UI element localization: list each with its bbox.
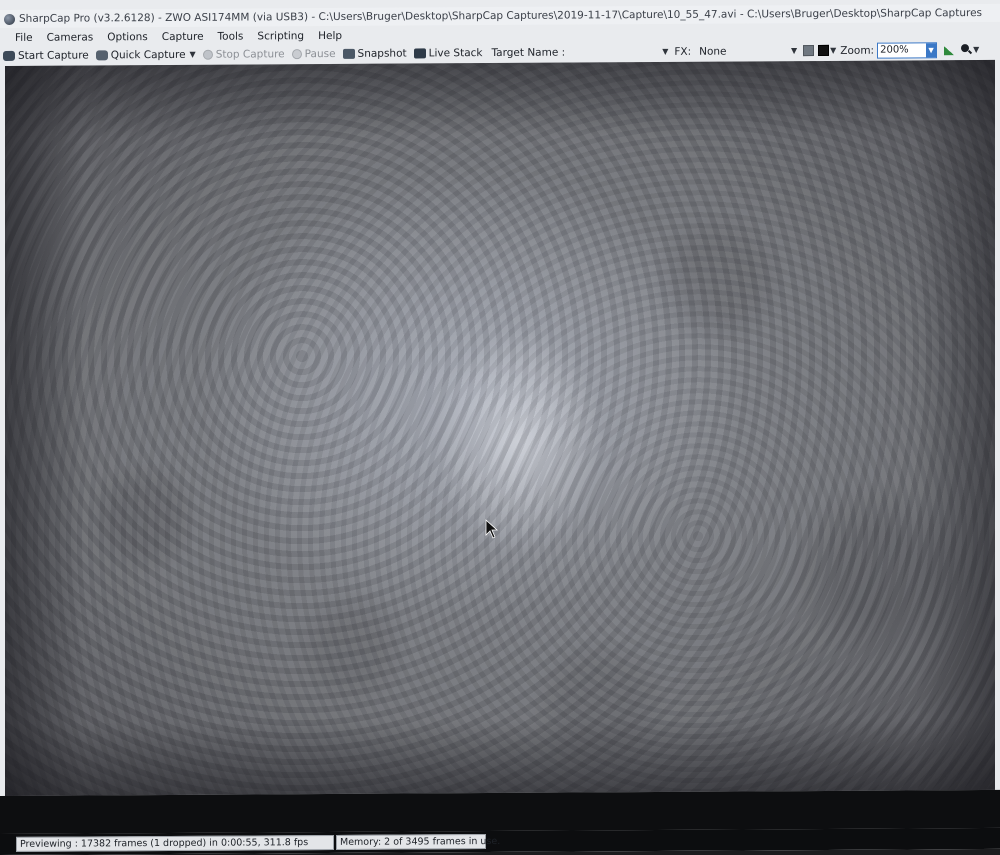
snapshot-button[interactable]: Snapshot: [342, 47, 407, 60]
menu-capture[interactable]: Capture: [156, 30, 212, 42]
magnifier-icon[interactable]: [961, 44, 972, 55]
menu-file[interactable]: File: [9, 31, 41, 43]
app-icon[interactable]: [4, 13, 15, 25]
zoom-value: 200%: [880, 43, 909, 56]
magnifier-dropdown-icon[interactable]: ▼: [973, 45, 979, 54]
pause-button[interactable]: Pause: [291, 47, 336, 60]
target-name-input[interactable]: [569, 44, 662, 60]
menu-tools[interactable]: Tools: [212, 30, 252, 42]
fx-label: FX:: [674, 45, 692, 58]
snapshot-label: Snapshot: [357, 47, 407, 60]
fx-value: None: [699, 45, 727, 58]
menu-cameras[interactable]: Cameras: [41, 31, 102, 43]
pause-icon: [291, 48, 302, 59]
sharpcap-window: SharpCap Pro (v3.2.6128) - ZWO ASI174MM …: [0, 0, 1000, 855]
menu-options[interactable]: Options: [101, 31, 156, 43]
color-dropdown-icon[interactable]: ▼: [830, 46, 836, 55]
quick-camera-icon: [95, 49, 108, 60]
previewing-status: Previewing : 17382 frames (1 dropped) in…: [16, 834, 334, 852]
quick-capture-button[interactable]: Quick Capture ▼: [95, 48, 196, 61]
histogram-icon[interactable]: [943, 44, 955, 55]
background-color-swatch[interactable]: [818, 44, 830, 57]
zoom-label: Zoom:: [840, 44, 875, 57]
stop-icon: [202, 49, 213, 60]
start-capture-label: Start Capture: [18, 48, 89, 62]
live-stack-label: Live Stack: [428, 46, 483, 59]
chevron-down-icon[interactable]: ▼: [190, 50, 196, 59]
fx-select[interactable]: None ▼: [699, 45, 797, 58]
zoom-select[interactable]: 200% ▼: [877, 41, 938, 59]
fx-dropdown-icon[interactable]: ▼: [791, 46, 797, 55]
zoom-dropdown-icon[interactable]: ▼: [926, 42, 937, 57]
start-capture-button[interactable]: Start Capture: [3, 49, 89, 62]
menu-help[interactable]: Help: [312, 29, 350, 41]
snapshot-icon: [342, 48, 355, 59]
live-stack-icon: [413, 47, 426, 58]
quick-capture-label: Quick Capture: [110, 48, 186, 61]
stop-capture-button[interactable]: Stop Capture: [202, 47, 285, 61]
pause-label: Pause: [304, 47, 336, 60]
live-stack-button[interactable]: Live Stack: [413, 46, 483, 59]
target-name-dropdown-icon[interactable]: ▼: [662, 47, 668, 56]
mouse-pointer-icon: [485, 519, 499, 539]
memory-status: Memory: 2 of 3495 frames in use.: [336, 834, 500, 850]
camera-icon: [3, 50, 15, 61]
preview-bottom-area: [0, 789, 1000, 834]
display-color-swatch[interactable]: [803, 45, 815, 57]
menu-scripting[interactable]: Scripting: [251, 30, 312, 42]
stop-capture-label: Stop Capture: [215, 47, 285, 61]
target-name-label: Target Name :: [491, 46, 566, 59]
camera-preview[interactable]: [5, 59, 995, 796]
window-title: SharpCap Pro (v3.2.6128) - ZWO ASI174MM …: [19, 7, 983, 25]
